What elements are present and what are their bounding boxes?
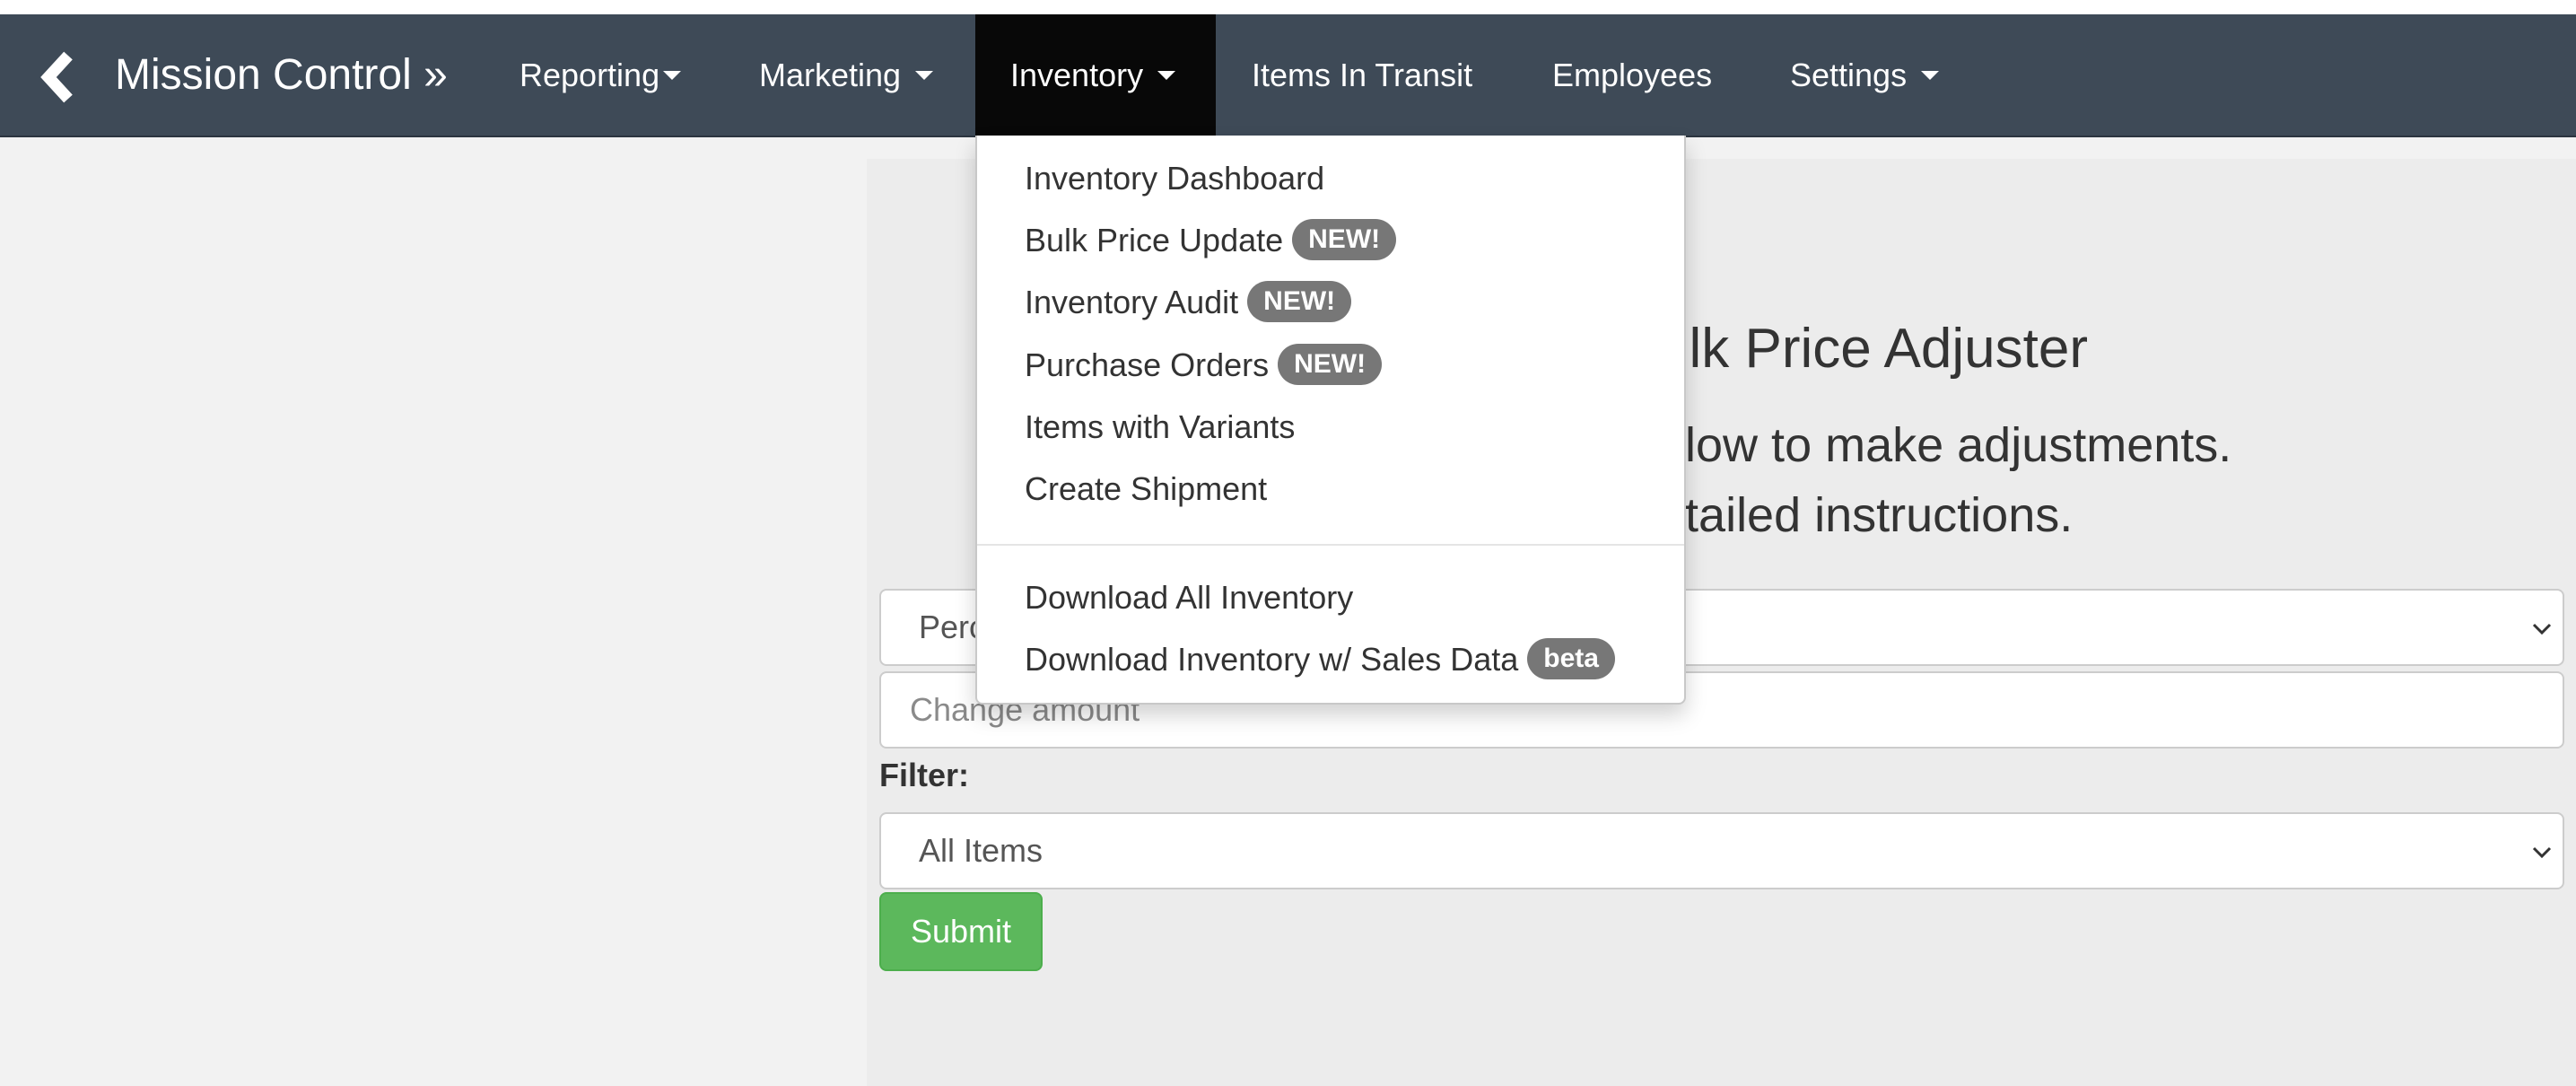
caret-down-icon xyxy=(663,71,682,81)
new-badge: NEW! xyxy=(1247,281,1352,323)
page-title: ulk Price Adjuster xyxy=(1658,318,2088,380)
menu-item-label: Download Inventory w/ Sales Data xyxy=(1025,641,1519,678)
menu-item-label: Download All Inventory xyxy=(1025,579,1354,616)
instructions-line-1: elow to make adjustments. xyxy=(1658,418,2232,472)
nav-employees-label: Employees xyxy=(1552,57,1713,93)
chevron-down-icon xyxy=(2532,623,2552,635)
caret-down-icon xyxy=(915,71,934,81)
filter-select[interactable]: All Items xyxy=(879,812,2564,889)
nav-employees[interactable]: Employees xyxy=(1552,14,1712,136)
inventory-dropdown-menu: Inventory Dashboard Bulk Price Update NEW… xyxy=(975,136,1686,705)
submit-button[interactable]: Submit xyxy=(879,892,1043,971)
menu-item-label: Inventory Audit xyxy=(1025,284,1239,320)
menu-item-purchase-orders[interactable]: Purchase Orders NEW! xyxy=(1025,341,1383,390)
nav-reporting[interactable]: Reporting xyxy=(520,14,682,136)
menu-divider xyxy=(977,544,1684,546)
nav-reporting-label: Reporting xyxy=(520,57,660,93)
nav-settings[interactable]: Settings xyxy=(1790,14,1940,136)
menu-item-inventory-audit[interactable]: Inventory Audit NEW! xyxy=(1025,278,1352,327)
brand-link[interactable]: Mission Control » xyxy=(115,14,448,136)
new-badge: NEW! xyxy=(1278,344,1383,386)
top-navbar: Mission Control » Reporting Marketing In… xyxy=(0,14,2576,137)
chevron-down-icon xyxy=(2532,846,2552,859)
beta-badge: beta xyxy=(1527,638,1615,680)
back-button[interactable] xyxy=(36,50,81,104)
filter-selected-value: All Items xyxy=(919,832,1043,869)
nav-inventory[interactable]: Inventory xyxy=(975,14,1216,136)
nav-settings-label: Settings xyxy=(1790,57,1908,93)
chevron-left-icon xyxy=(40,51,73,103)
filter-label: Filter: xyxy=(879,757,970,793)
nav-inventory-label: Inventory xyxy=(1010,57,1144,93)
caret-down-icon xyxy=(1157,71,1176,81)
menu-item-bulk-price-update[interactable]: Bulk Price Update NEW! xyxy=(1025,216,1397,265)
instructions-line-2: etailed instructions. xyxy=(1658,488,2074,542)
new-badge: NEW! xyxy=(1292,219,1397,261)
menu-item-label: Purchase Orders xyxy=(1025,346,1270,383)
nav-marketing-label: Marketing xyxy=(759,57,902,93)
menu-item-create-shipment[interactable]: Create Shipment xyxy=(1025,465,1267,513)
menu-item-download-all-inventory[interactable]: Download All Inventory xyxy=(1025,574,1353,622)
menu-item-items-with-variants[interactable]: Items with Variants xyxy=(1025,403,1295,451)
menu-item-label: Inventory Dashboard xyxy=(1025,160,1325,197)
top-strip xyxy=(0,0,2576,14)
nav-items-in-transit[interactable]: Items In Transit xyxy=(1252,14,1472,136)
menu-item-label: Bulk Price Update xyxy=(1025,222,1284,258)
caret-down-icon xyxy=(1921,71,1940,81)
menu-item-download-inventory-sales-data[interactable]: Download Inventory w/ Sales Data beta xyxy=(1025,635,1615,684)
menu-item-label: Items with Variants xyxy=(1025,408,1296,445)
nav-marketing[interactable]: Marketing xyxy=(759,14,934,136)
nav-items-in-transit-label: Items In Transit xyxy=(1252,57,1473,93)
menu-item-inventory-dashboard[interactable]: Inventory Dashboard xyxy=(1025,154,1324,203)
menu-item-label: Create Shipment xyxy=(1025,470,1268,507)
